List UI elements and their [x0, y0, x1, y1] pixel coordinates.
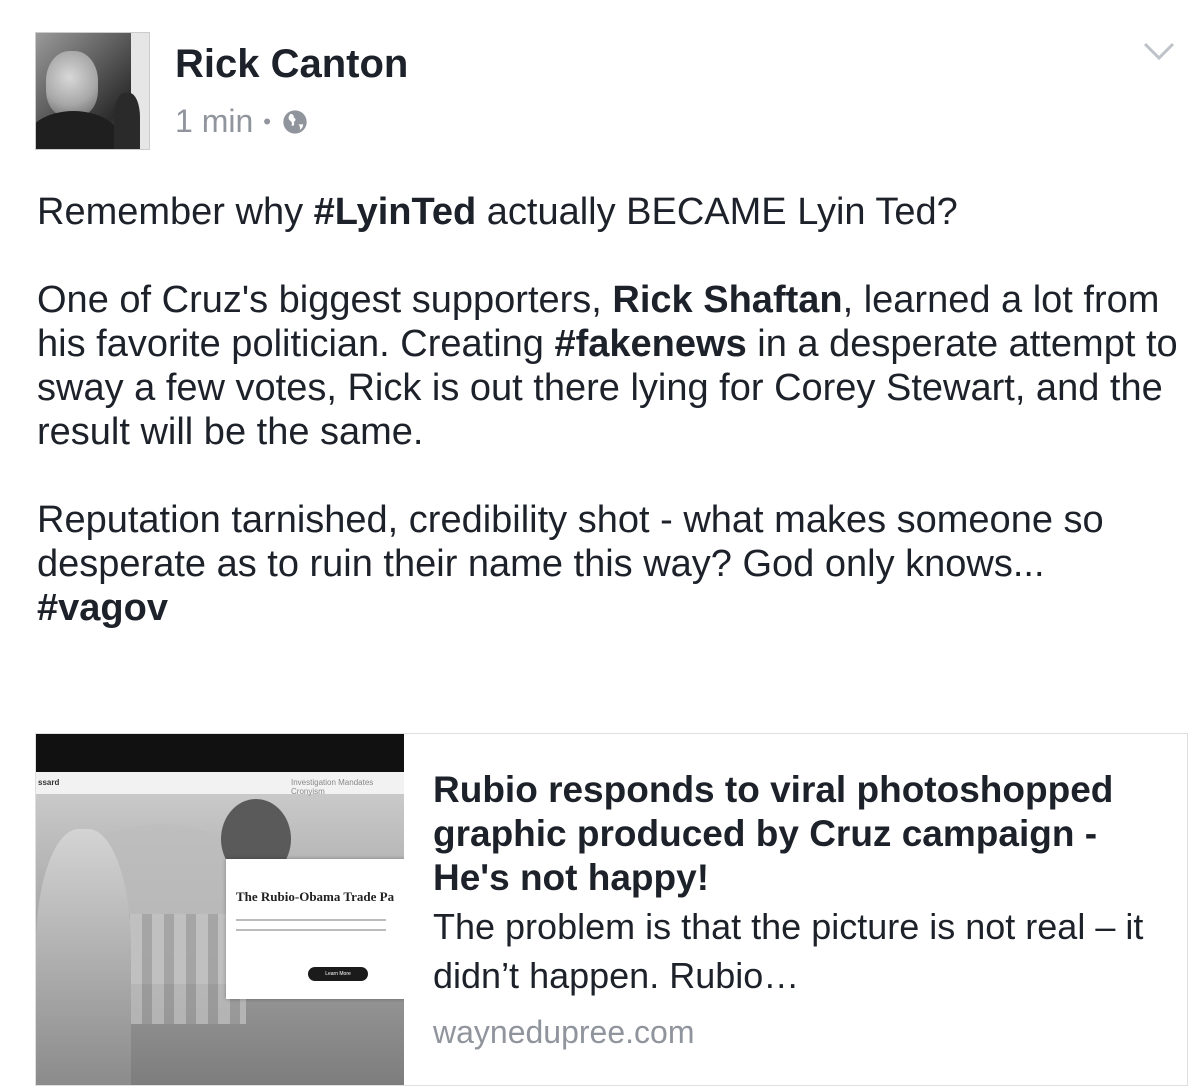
post-paragraph-1: Remember why #LyinTed actually BECAME Ly…	[37, 190, 1187, 234]
thumbnail-logo: ssard	[38, 778, 60, 787]
avatar-shoulder	[36, 111, 121, 149]
link-description: The problem is that the picture is not r…	[433, 906, 1144, 996]
text-span: actually BECAME Lyin Ted?	[476, 191, 958, 233]
thumbnail-nav-links: Investigation Mandates Cronyism	[291, 778, 374, 796]
post-paragraph-2: One of Cruz's biggest supporters, Rick S…	[37, 278, 1187, 454]
text-span: One of Cruz's biggest supporters,	[37, 279, 613, 321]
globe-icon	[283, 109, 307, 134]
text-span: Remember why	[37, 191, 314, 233]
link-card-body: Rubio responds to viral photoshopped gra…	[433, 768, 1173, 1051]
avatar-figure	[114, 93, 140, 149]
thumbnail-text-line	[236, 929, 386, 931]
chevron-down-icon[interactable]	[1142, 40, 1176, 62]
thumbnail-text-line	[236, 919, 386, 921]
tagged-name-link[interactable]: Rick Shaftan	[612, 279, 842, 321]
post-body: Remember why #LyinTed actually BECAME Ly…	[37, 190, 1187, 630]
link-preview-card[interactable]: ssard Investigation Mandates Cronyism Th…	[35, 733, 1188, 1086]
text-span: Reputation tarnished, credibility shot -…	[37, 499, 1104, 585]
post-timestamp[interactable]: 1 min	[175, 103, 253, 140]
meta-separator: •	[263, 108, 271, 134]
thumbnail-overlay-card: The Rubio-Obama Trade Pa Learn More	[226, 859, 404, 999]
thumbnail-navbar: ssard Investigation Mandates Cronyism	[36, 772, 404, 796]
thumbnail-person	[36, 829, 131, 1085]
thumbnail-learn-more: Learn More	[308, 967, 368, 981]
hashtag-lyinted[interactable]: #LyinTed	[314, 191, 477, 233]
hashtag-vagov[interactable]: #vagov	[37, 587, 168, 629]
link-title[interactable]: Rubio responds to viral photoshopped gra…	[433, 768, 1173, 900]
hashtag-fakenews[interactable]: #fakenews	[554, 323, 746, 365]
avatar[interactable]	[35, 32, 150, 150]
avatar-face	[46, 51, 98, 117]
thumbnail-overlay-title: The Rubio-Obama Trade Pa	[236, 889, 395, 904]
link-thumbnail[interactable]: ssard Investigation Mandates Cronyism Th…	[36, 734, 404, 1085]
link-domain: waynedupree.com	[433, 1014, 695, 1050]
post-meta: 1 min •	[175, 103, 309, 140]
post-paragraph-3: Reputation tarnished, credibility shot -…	[37, 498, 1187, 630]
author-name[interactable]: Rick Canton	[175, 42, 408, 87]
